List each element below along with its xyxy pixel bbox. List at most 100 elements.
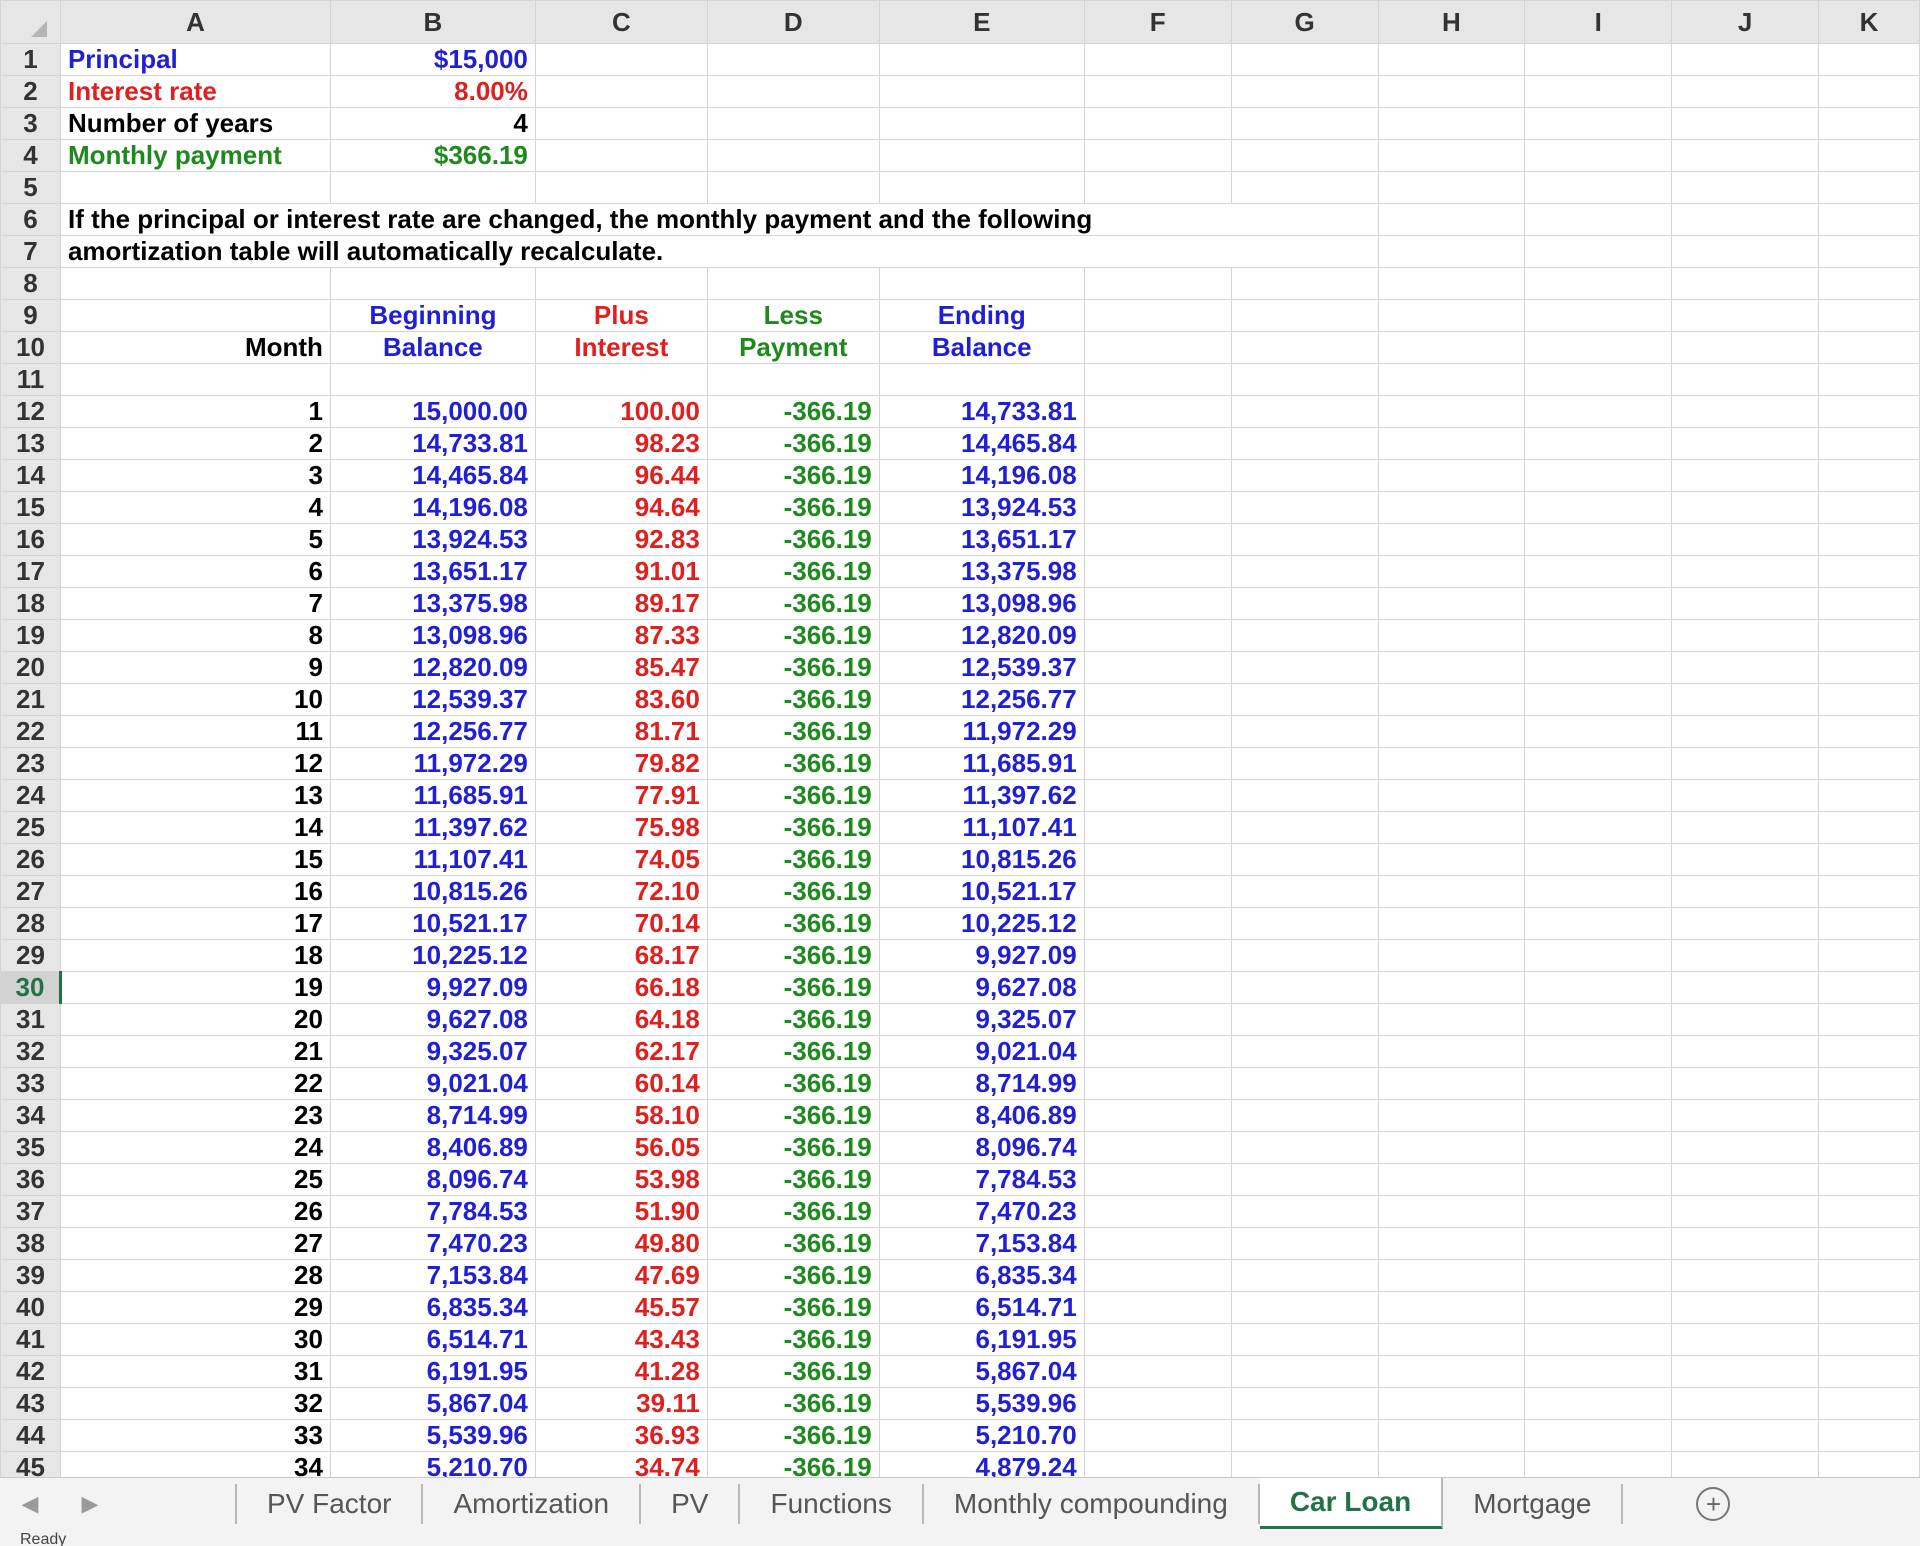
beginning-balance-cell[interactable]: 13,924.53	[329, 523, 536, 556]
cell[interactable]	[1230, 683, 1379, 716]
row-header-33[interactable]: 33	[0, 1067, 61, 1100]
cell[interactable]	[1083, 1355, 1232, 1388]
cell[interactable]	[1817, 107, 1920, 140]
beginning-balance-cell[interactable]: 13,651.17	[329, 555, 536, 588]
cell[interactable]	[1524, 1259, 1673, 1292]
cell[interactable]	[1377, 1163, 1526, 1196]
ending-balance-cell[interactable]: 6,191.95	[878, 1323, 1085, 1356]
column-header-i[interactable]: I	[1524, 0, 1673, 44]
header-payment[interactable]: Payment	[706, 331, 880, 364]
cell[interactable]	[1083, 747, 1232, 780]
cell[interactable]	[1817, 1227, 1920, 1260]
payment-cell[interactable]: -366.19	[706, 939, 880, 972]
interest-cell[interactable]: 56.05	[534, 1131, 708, 1164]
interest-cell[interactable]: 53.98	[534, 1163, 708, 1196]
cell[interactable]	[1671, 1387, 1819, 1420]
cell[interactable]	[1230, 1195, 1379, 1228]
cell[interactable]	[1083, 971, 1232, 1004]
cell[interactable]	[1230, 651, 1379, 684]
cell[interactable]	[1230, 1451, 1379, 1477]
cell[interactable]	[1377, 1291, 1526, 1324]
cell[interactable]	[1671, 523, 1819, 556]
row-header-36[interactable]: 36	[0, 1163, 61, 1196]
ending-balance-cell[interactable]: 11,107.41	[878, 811, 1085, 844]
cell[interactable]	[1524, 1323, 1673, 1356]
cell[interactable]	[1524, 171, 1673, 204]
cell[interactable]	[1083, 331, 1232, 364]
ending-balance-cell[interactable]: 11,685.91	[878, 747, 1085, 780]
cell[interactable]	[1230, 843, 1379, 876]
cell[interactable]	[1377, 75, 1526, 108]
cell[interactable]	[1524, 619, 1673, 652]
ending-balance-cell[interactable]: 4,879.24	[878, 1451, 1085, 1477]
cell[interactable]	[1524, 75, 1673, 108]
month-cell[interactable]: 5	[59, 523, 331, 556]
cell[interactable]	[1083, 651, 1232, 684]
month-cell[interactable]: 3	[59, 459, 331, 492]
cell[interactable]	[1524, 587, 1673, 620]
cell[interactable]	[1377, 139, 1526, 172]
month-cell[interactable]: 20	[59, 1003, 331, 1036]
cell[interactable]	[1377, 459, 1526, 492]
month-cell[interactable]: 33	[59, 1419, 331, 1452]
cell[interactable]	[1230, 1099, 1379, 1132]
row-header-29[interactable]: 29	[0, 939, 61, 972]
beginning-balance-cell[interactable]: 9,627.08	[329, 1003, 536, 1036]
cell[interactable]	[1817, 395, 1920, 428]
cell[interactable]	[1083, 1067, 1232, 1100]
beginning-balance-cell[interactable]: 11,972.29	[329, 747, 536, 780]
cell[interactable]	[1083, 427, 1232, 460]
interest-cell[interactable]: 64.18	[534, 1003, 708, 1036]
cell[interactable]	[1230, 971, 1379, 1004]
cell[interactable]	[878, 43, 1085, 76]
cell[interactable]	[1230, 747, 1379, 780]
beginning-balance-cell[interactable]: 12,820.09	[329, 651, 536, 684]
cell[interactable]	[1524, 779, 1673, 812]
sheet-tab-pv-factor[interactable]: PV Factor	[235, 1484, 424, 1524]
cell[interactable]	[1083, 395, 1232, 428]
beginning-balance-cell[interactable]: 7,153.84	[329, 1259, 536, 1292]
cell[interactable]	[1083, 875, 1232, 908]
cell[interactable]	[1524, 971, 1673, 1004]
cell[interactable]	[1377, 1227, 1526, 1260]
cell[interactable]	[1817, 651, 1920, 684]
month-cell[interactable]: 32	[59, 1387, 331, 1420]
beginning-balance-cell[interactable]: 14,196.08	[329, 491, 536, 524]
beginning-balance-cell[interactable]: 9,021.04	[329, 1067, 536, 1100]
cell[interactable]	[1524, 715, 1673, 748]
row-header-43[interactable]: 43	[0, 1387, 61, 1420]
row-header-31[interactable]: 31	[0, 1003, 61, 1036]
cell[interactable]	[1230, 875, 1379, 908]
ending-balance-cell[interactable]: 11,972.29	[878, 715, 1085, 748]
beginning-balance-cell[interactable]: 12,539.37	[329, 683, 536, 716]
row-header-18[interactable]: 18	[0, 587, 61, 620]
cell[interactable]	[1083, 1291, 1232, 1324]
principal-label[interactable]: Principal	[59, 43, 331, 76]
interest-cell[interactable]: 92.83	[534, 523, 708, 556]
payment-cell[interactable]: -366.19	[706, 715, 880, 748]
payment-cell[interactable]: -366.19	[706, 1355, 880, 1388]
cell[interactable]	[1817, 1291, 1920, 1324]
row-header-19[interactable]: 19	[0, 619, 61, 652]
note-line-2[interactable]: amortization table will automatically re…	[59, 235, 1379, 268]
cell[interactable]	[1524, 1067, 1673, 1100]
cell[interactable]	[1377, 1035, 1526, 1068]
beginning-balance-cell[interactable]: 13,098.96	[329, 619, 536, 652]
cell[interactable]	[1671, 427, 1819, 460]
payment-cell[interactable]: -366.19	[706, 427, 880, 460]
sheet-tab-amortization[interactable]: Amortization	[423, 1484, 642, 1524]
month-cell[interactable]: 23	[59, 1099, 331, 1132]
month-cell[interactable]: 28	[59, 1259, 331, 1292]
cell[interactable]	[1083, 1387, 1232, 1420]
cell[interactable]	[1524, 459, 1673, 492]
cell[interactable]	[1230, 267, 1379, 300]
cell[interactable]	[1671, 875, 1819, 908]
cell[interactable]	[1671, 1003, 1819, 1036]
cell[interactable]	[1377, 427, 1526, 460]
cell[interactable]	[1817, 1163, 1920, 1196]
beginning-balance-cell[interactable]: 6,835.34	[329, 1291, 536, 1324]
cell[interactable]	[1230, 1131, 1379, 1164]
row-header-40[interactable]: 40	[0, 1291, 61, 1324]
cell[interactable]	[1524, 747, 1673, 780]
cell[interactable]	[1377, 1323, 1526, 1356]
